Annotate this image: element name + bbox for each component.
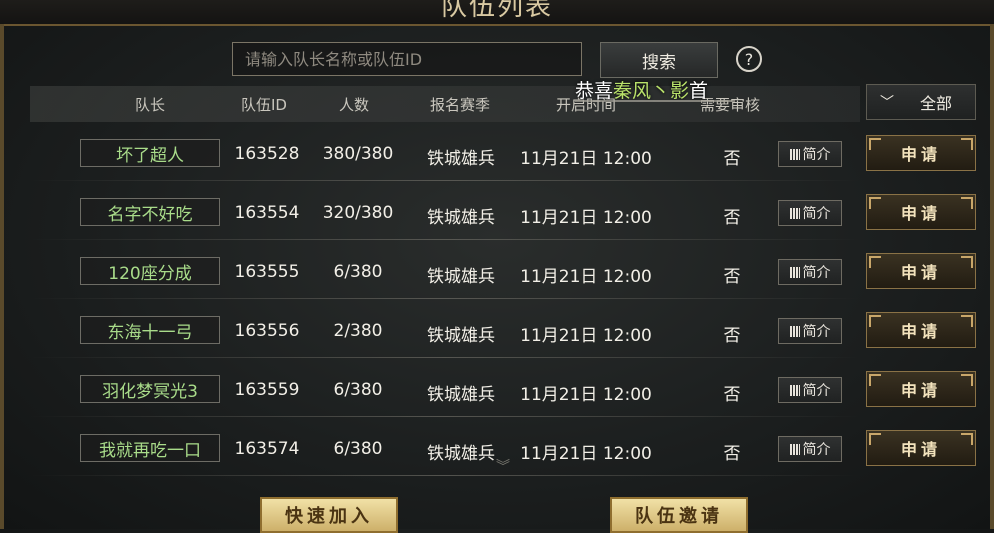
list-icon xyxy=(789,266,800,278)
member-count: 320/380 xyxy=(322,203,394,223)
leader-name[interactable]: 坏了超人 xyxy=(80,139,220,167)
banner-highlight-name: 秦风丶影 xyxy=(613,80,690,102)
apply-button[interactable]: 申请 xyxy=(866,253,976,289)
leader-name[interactable]: 羽化梦冥光3 xyxy=(80,375,220,403)
table-row: 我就再吃一口 163574 6/380 铁城雄兵 11月21日 12:00 否 … xyxy=(30,418,860,476)
list-icon xyxy=(789,207,800,219)
season: 铁城雄兵 xyxy=(427,208,495,228)
review-required: 否 xyxy=(723,444,741,464)
intro-label: 简介 xyxy=(802,324,831,340)
list-icon xyxy=(789,384,800,396)
season: 铁城雄兵 xyxy=(427,444,495,464)
season: 铁城雄兵 xyxy=(427,267,495,287)
list-icon xyxy=(789,148,800,160)
team-id: 163555 xyxy=(234,262,300,282)
search-input-box[interactable] xyxy=(232,42,582,76)
banner-prefix: 恭喜 xyxy=(575,80,614,102)
apply-button[interactable]: 申请 xyxy=(866,312,976,348)
review-required: 否 xyxy=(723,385,741,405)
review-required: 否 xyxy=(723,326,741,346)
filter-label: 全部 xyxy=(919,94,952,113)
help-icon[interactable]: ? xyxy=(736,46,762,72)
start-time: 11月21日 12:00 xyxy=(520,444,652,464)
header-season: 报名赛季 xyxy=(429,96,491,114)
header-review: 需要审核 xyxy=(699,96,761,114)
intro-label: 简介 xyxy=(802,147,831,163)
header-leader: 队长 xyxy=(134,96,166,114)
banner-suffix: 首 xyxy=(689,80,709,102)
member-count: 2/380 xyxy=(333,321,383,341)
list-icon xyxy=(789,443,800,455)
start-time: 11月21日 12:00 xyxy=(520,385,652,405)
start-time: 11月21日 12:00 xyxy=(520,208,652,228)
intro-label: 简介 xyxy=(802,265,831,281)
window-title: 队伍列表 xyxy=(440,0,553,22)
team-id: 163556 xyxy=(234,321,300,341)
quick-join-button[interactable]: 快速加入 xyxy=(260,497,398,533)
review-required: 否 xyxy=(723,208,741,228)
intro-label: 简介 xyxy=(802,383,831,399)
search-input[interactable] xyxy=(243,48,581,70)
member-count: 380/380 xyxy=(322,144,394,164)
leader-name[interactable]: 东海十一弓 xyxy=(80,316,220,344)
intro-label: 简介 xyxy=(802,442,831,458)
header-team-id: 队伍ID xyxy=(241,96,287,114)
member-count: 6/380 xyxy=(333,262,383,282)
intro-button[interactable]: 简介 xyxy=(778,318,842,344)
leader-name[interactable]: 名字不好吃 xyxy=(80,198,220,226)
table-header: 队长 队伍ID 人数 报名赛季 开启时间 需要审核 xyxy=(30,86,860,122)
frame-right-edge xyxy=(990,24,994,529)
header-members: 人数 xyxy=(338,96,370,114)
member-count: 6/380 xyxy=(333,439,383,459)
season: 铁城雄兵 xyxy=(427,326,495,346)
apply-button[interactable]: 申请 xyxy=(866,371,976,407)
apply-button[interactable]: 申请 xyxy=(866,430,976,466)
frame-left-edge xyxy=(0,24,4,529)
start-time: 11月21日 12:00 xyxy=(520,149,652,169)
title-bar: 队伍列表 xyxy=(0,0,994,26)
season: 铁城雄兵 xyxy=(427,149,495,169)
review-required: 否 xyxy=(723,267,741,287)
announcement-banner: 恭喜秦风丶影首 xyxy=(575,76,708,103)
table-row: 东海十一弓 163556 2/380 铁城雄兵 11月21日 12:00 否 简… xyxy=(30,300,860,358)
table-row: 羽化梦冥光3 163559 6/380 铁城雄兵 11月21日 12:00 否 … xyxy=(30,359,860,417)
team-invite-button[interactable]: 队伍邀请 xyxy=(610,497,748,533)
leader-name[interactable]: 120座分成 xyxy=(80,257,220,285)
intro-label: 简介 xyxy=(802,206,831,222)
intro-button[interactable]: 简介 xyxy=(778,377,842,403)
team-id: 163574 xyxy=(234,439,300,459)
review-required: 否 xyxy=(723,149,741,169)
search-button[interactable]: 搜索 xyxy=(600,42,718,78)
chevron-down-icon: ﹀ xyxy=(880,95,894,111)
intro-button[interactable]: 简介 xyxy=(778,259,842,285)
apply-button[interactable]: 申请 xyxy=(866,135,976,171)
table-row: 坏了超人 163528 380/380 铁城雄兵 11月21日 12:00 否 … xyxy=(30,123,860,181)
filter-dropdown[interactable]: ﹀ 全部 xyxy=(866,84,976,120)
intro-button[interactable]: 简介 xyxy=(778,141,842,167)
scroll-down-indicator-icon: ︾ xyxy=(496,459,510,475)
banner-underline xyxy=(575,100,735,102)
list-icon xyxy=(789,325,800,337)
team-id: 163559 xyxy=(234,380,300,400)
team-id: 163528 xyxy=(234,144,300,164)
member-count: 6/380 xyxy=(333,380,383,400)
team-id: 163554 xyxy=(234,203,300,223)
table-row: 120座分成 163555 6/380 铁城雄兵 11月21日 12:00 否 … xyxy=(30,241,860,299)
table-row: 名字不好吃 163554 320/380 铁城雄兵 11月21日 12:00 否… xyxy=(30,182,860,240)
start-time: 11月21日 12:00 xyxy=(520,267,652,287)
leader-name[interactable]: 我就再吃一口 xyxy=(80,434,220,462)
season: 铁城雄兵 xyxy=(427,385,495,405)
start-time: 11月21日 12:00 xyxy=(520,326,652,346)
intro-button[interactable]: 简介 xyxy=(778,436,842,462)
apply-button[interactable]: 申请 xyxy=(866,194,976,230)
intro-button[interactable]: 简介 xyxy=(778,200,842,226)
